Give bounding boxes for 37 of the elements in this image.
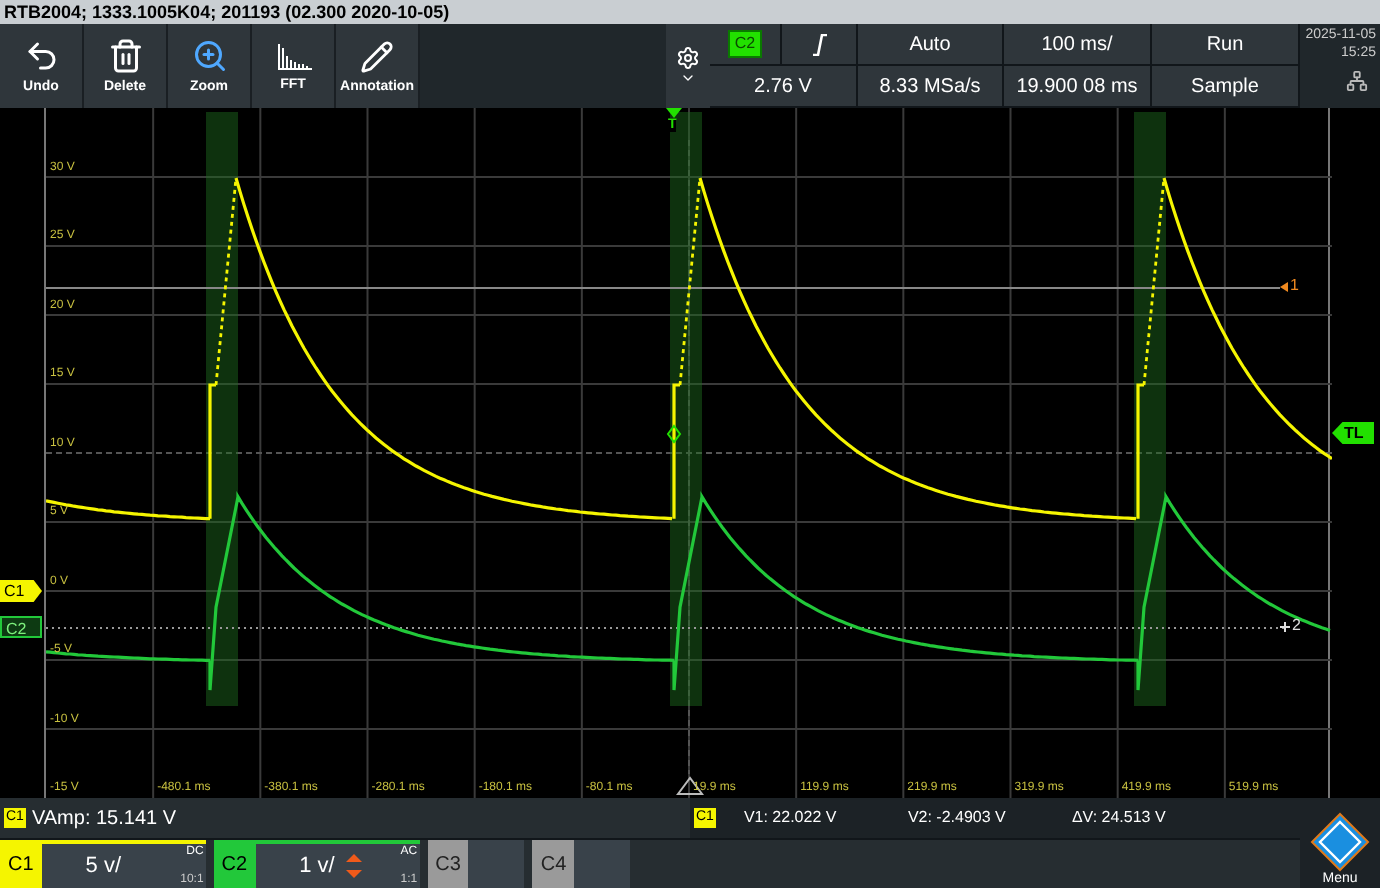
trash-icon [107, 38, 143, 74]
channel-tab[interactable]: C2 [213, 840, 256, 888]
sample-rate: 8.33 MSa/s [858, 66, 1004, 108]
magnifier-icon [191, 38, 227, 74]
cursor-value: ΔV: 24.513 V [1071, 806, 1166, 830]
trigger-point-icon [666, 424, 682, 444]
cursor-value: V1: 22.022 V [743, 806, 839, 830]
channel-tab[interactable]: C3 [427, 840, 469, 888]
chevron-icon [680, 70, 696, 86]
cursor-marker[interactable]: 2 [1292, 618, 1301, 634]
cursor-marker[interactable]: 1 [1290, 278, 1299, 294]
trigger-level[interactable]: 2.76 V [710, 66, 858, 108]
measurement-value[interactable]: VAmp: 15.141 V [31, 803, 177, 833]
logo-icon [1310, 812, 1370, 872]
channel-tab[interactable]: C1 [0, 840, 42, 888]
slope-icon [811, 33, 827, 55]
pencil-icon [360, 39, 394, 73]
timebase-value[interactable]: 100 ms/ [1004, 24, 1152, 66]
cursor-cross-icon [1280, 622, 1290, 632]
network-icon [1346, 69, 1368, 91]
updown-icon [346, 852, 363, 880]
channel-marker[interactable]: C1 [0, 580, 42, 602]
cursor-arrow-icon [1280, 282, 1288, 292]
scale-value: 1 v/ [299, 851, 335, 882]
trigger-mode[interactable]: Auto [858, 24, 1004, 66]
window-title: RTB2004; 1333.1005K04; 201193 (02.300 2020-10-05) [4, 3, 450, 21]
horizontal-position[interactable]: 19.900 08 ms [1004, 66, 1152, 108]
trigger-level-marker[interactable]: TL [1332, 422, 1374, 444]
undo-icon [23, 38, 59, 74]
settings-button[interactable] [666, 24, 710, 108]
channel-marker[interactable]: C2 [0, 616, 42, 638]
settings-icon [676, 46, 700, 70]
cursor-value: V2: -2.4903 V [907, 806, 1008, 830]
spectrum-icon [275, 40, 311, 72]
trigger-source[interactable]: C2 [728, 30, 762, 58]
scale-value: 5 v/ [85, 851, 122, 882]
channel-tab[interactable]: C4 [532, 840, 575, 888]
